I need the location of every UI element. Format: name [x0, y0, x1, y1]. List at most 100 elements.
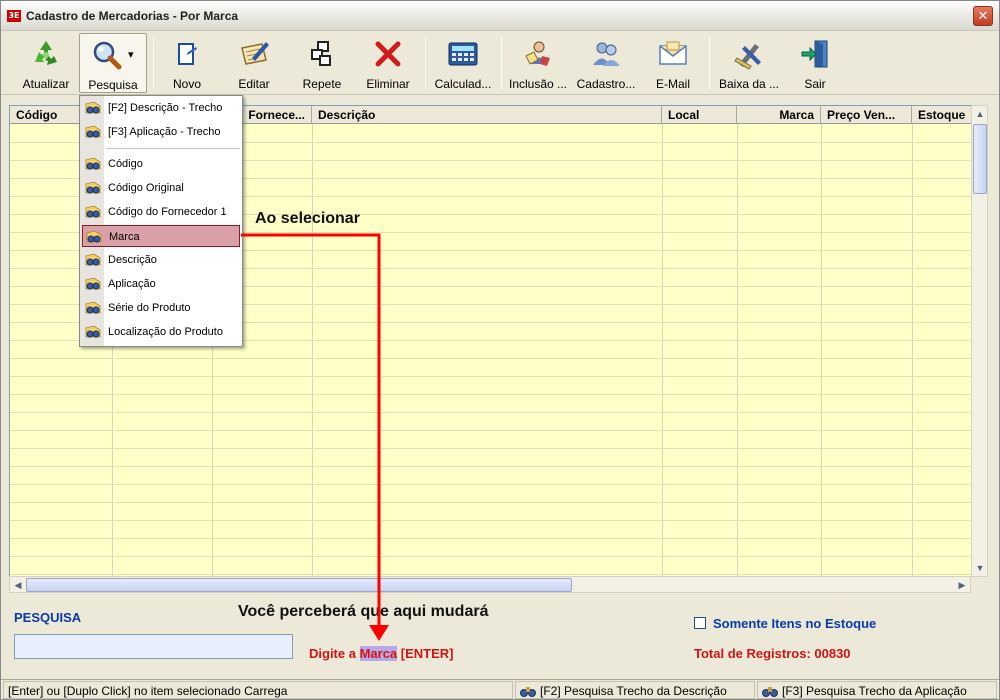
toolbar-separator — [425, 37, 426, 89]
chevron-down-icon: ▾ — [128, 49, 134, 61]
horizontal-scroll-thumb[interactable] — [26, 578, 572, 592]
email-button[interactable]: E-Mail — [643, 33, 703, 93]
repeat-button[interactable]: Repete — [291, 33, 353, 93]
menu-item-label: [F3] Aplicação - Trecho — [108, 126, 221, 138]
delete-label: Eliminar — [366, 77, 410, 91]
binoculars-icon — [85, 205, 101, 218]
grid-column-line — [737, 124, 738, 576]
status-bar: [Enter] ou [Duplo Click] no item selecio… — [1, 679, 999, 699]
refresh-button[interactable]: Atualizar — [11, 33, 81, 93]
binoculars-icon — [85, 325, 101, 338]
binoculars-icon — [86, 230, 102, 243]
calculator-icon — [448, 42, 478, 66]
binoculars-icon — [762, 687, 778, 697]
annotation-arrow-head — [369, 625, 389, 641]
grid-row-line — [10, 466, 972, 467]
search-input[interactable] — [14, 634, 293, 659]
grid-row-line — [10, 394, 972, 395]
menu-item-serie-do-produto[interactable]: Série do Produto — [82, 297, 240, 319]
menu-item-label: Série do Produto — [108, 302, 191, 314]
app-logo-icon: 3E — [7, 10, 21, 22]
repeat-label: Repete — [302, 77, 342, 91]
menu-item-f2-descricao-trecho[interactable]: [F2] Descrição - Trecho — [82, 97, 240, 119]
toolbar: Atualizar ▾ Pesquisa Novo Editar Repete … — [1, 31, 999, 95]
grid-row-line — [10, 574, 972, 575]
column-header-stock[interactable]: Estoque — [912, 106, 972, 124]
search-hint-field: Marca — [359, 646, 398, 661]
email-label: E-Mail — [655, 77, 690, 91]
search-hint-prefix: Digite a — [309, 646, 360, 661]
annotation-top-text: Ao selecionar — [255, 210, 360, 227]
grid-column-line — [662, 124, 663, 576]
binoculars-icon — [85, 181, 101, 194]
stock-only-checkbox[interactable] — [694, 617, 706, 629]
menu-item-descricao[interactable]: Descrição — [82, 249, 240, 271]
status-f3-text: [F3] Pesquisa Trecho da Aplicação — [782, 684, 967, 698]
registry-button[interactable]: Cadastro... — [573, 33, 639, 93]
calculator-button[interactable]: Calculad... — [431, 33, 495, 93]
exit-label: Sair — [804, 77, 826, 91]
binoculars-icon — [85, 301, 101, 314]
status-f2-hint: [F2] Pesquisa Trecho da Descrição — [515, 681, 755, 699]
edit-document-icon — [241, 42, 269, 65]
menu-separator — [106, 148, 240, 149]
exit-door-icon — [801, 40, 828, 68]
grid-row-line — [10, 502, 972, 503]
search-section-label: PESQUISA — [14, 610, 82, 625]
menu-item-localizacao-do-produto[interactable]: Localização do Produto — [82, 321, 240, 343]
menu-item-codigo-original[interactable]: Código Original — [82, 177, 240, 199]
inclusion-icon — [525, 41, 550, 66]
toolbar-separator — [153, 37, 154, 89]
search-button[interactable]: ▾ Pesquisa — [79, 33, 147, 93]
scroll-right-icon[interactable]: ▶ — [955, 578, 969, 592]
grid-row-line — [10, 412, 972, 413]
binoculars-icon — [85, 253, 101, 266]
calculator-label: Calculad... — [434, 77, 492, 91]
scroll-up-icon[interactable]: ▲ — [973, 107, 987, 121]
vertical-scrollbar[interactable]: ▲ ▼ — [971, 105, 988, 577]
new-button[interactable]: Novo — [157, 33, 217, 93]
write-off-button[interactable]: Baixa da ... — [715, 33, 783, 93]
envelope-icon — [659, 41, 687, 65]
menu-item-label: Localização do Produto — [108, 326, 223, 338]
grid-column-line — [312, 124, 313, 576]
column-header-brand[interactable]: Marca — [737, 106, 821, 124]
menu-item-codigo[interactable]: Código — [82, 153, 240, 175]
grid-column-line — [821, 124, 822, 576]
stock-only-label[interactable]: Somente Itens no Estoque — [713, 616, 876, 631]
inclusion-button[interactable]: Inclusão ... — [505, 33, 571, 93]
search-label: Pesquisa — [88, 78, 138, 92]
toolbar-separator — [709, 37, 710, 89]
column-header-location[interactable]: Local — [662, 106, 737, 124]
new-document-icon — [178, 43, 197, 65]
copy-icon — [311, 41, 331, 66]
column-header-description[interactable]: Descrição — [312, 106, 662, 124]
new-label: Novo — [172, 77, 201, 91]
edit-label: Editar — [238, 77, 270, 91]
vertical-scroll-thumb[interactable] — [973, 124, 987, 194]
annotation-bottom-text: Você perceberá que aqui mudará — [238, 603, 489, 620]
menu-item-label: Marca — [109, 231, 140, 243]
grid-row-line — [10, 430, 972, 431]
close-button[interactable]: ✕ — [973, 6, 993, 26]
scroll-left-icon[interactable]: ◀ — [11, 578, 25, 592]
menu-item-aplicacao[interactable]: Aplicação — [82, 273, 240, 295]
title-bar[interactable]: 3E Cadastro de Mercadorias - Por Marca ✕ — [1, 1, 999, 31]
delete-button[interactable]: Eliminar — [357, 33, 419, 93]
column-header-sale-price[interactable]: Preço Ven... — [821, 106, 912, 124]
menu-item-marca[interactable]: Marca — [82, 225, 240, 247]
delete-x-icon — [375, 41, 401, 67]
menu-item-codigo-do-fornecedor-1[interactable]: Código do Fornecedor 1 — [82, 201, 240, 223]
menu-item-label: Código do Fornecedor 1 — [108, 206, 227, 218]
inclusion-label: Inclusão ... — [508, 77, 568, 91]
horizontal-scrollbar[interactable]: ◀ ▶ — [9, 576, 971, 593]
edit-button[interactable]: Editar — [223, 33, 285, 93]
refresh-label: Atualizar — [22, 77, 70, 91]
exit-button[interactable]: Sair — [787, 33, 843, 93]
menu-item-f3-aplicacao-trecho[interactable]: [F3] Aplicação - Trecho — [82, 121, 240, 143]
binoculars-icon — [85, 157, 101, 170]
menu-item-label: Código — [108, 158, 143, 170]
scroll-down-icon[interactable]: ▼ — [973, 561, 987, 575]
grid-row-line — [10, 484, 972, 485]
toolbar-separator — [501, 37, 502, 89]
